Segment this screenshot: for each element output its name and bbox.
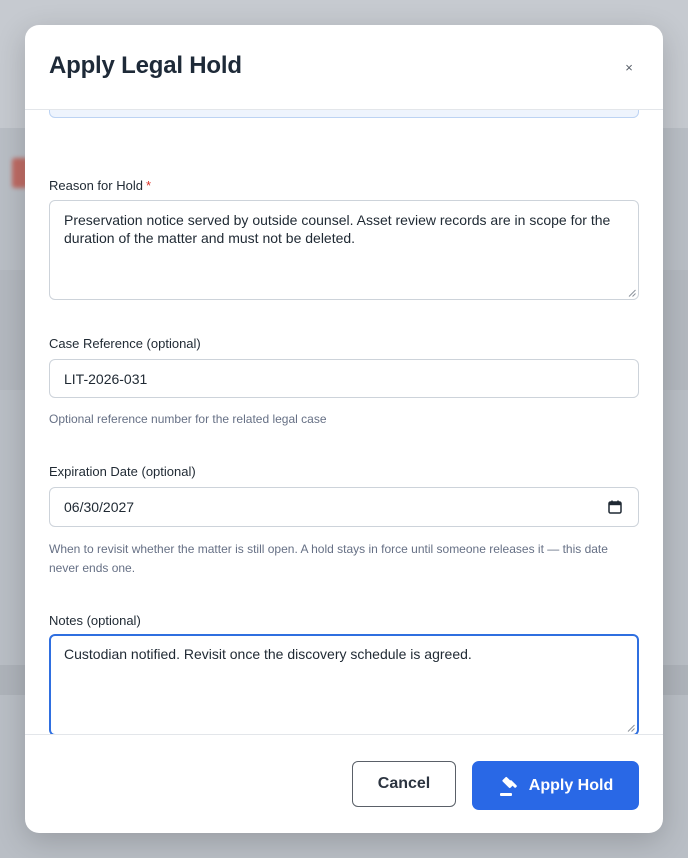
dialog-header: Apply Legal Hold ×	[25, 25, 663, 110]
required-marker: *	[145, 178, 152, 193]
case-reference-hint: Optional reference number for the relate…	[49, 412, 327, 426]
notes-text: Custodian notified. Revisit once the dis…	[64, 646, 472, 662]
reason-textarea[interactable]: Preservation notice served by outside co…	[49, 200, 639, 300]
apply-hold-label: Apply Hold	[528, 776, 614, 794]
reason-text: Preservation notice served by outside co…	[64, 212, 611, 246]
expiration-date-label: Expiration Date (optional)	[49, 464, 196, 479]
expiration-date-hint: When to revisit whether the matter is st…	[49, 542, 608, 575]
close-icon: ×	[625, 59, 633, 75]
dialog-body[interactable]: Reason for Hold * Preservation notice ser…	[25, 110, 663, 734]
cancel-button[interactable]: Cancel	[352, 761, 456, 807]
resize-handle-icon[interactable]	[627, 724, 635, 732]
legal-hold-dialog: Apply Legal Hold × Reason for Hold * Pres…	[25, 25, 663, 833]
dialog-title: Apply Legal Hold	[49, 52, 242, 79]
resize-handle-icon[interactable]	[628, 289, 636, 297]
reason-label: Reason for Hold *	[49, 178, 151, 193]
apply-hold-button[interactable]: Apply Hold	[472, 761, 639, 810]
notes-label: Notes (optional)	[49, 613, 141, 628]
previous-field-input[interactable]	[49, 110, 639, 118]
case-reference-input[interactable]: LIT-2026-031	[49, 359, 639, 398]
case-reference-value: LIT-2026-031	[64, 370, 148, 387]
reason-label-text: Reason for Hold	[49, 178, 143, 193]
notes-textarea[interactable]: Custodian notified. Revisit once the dis…	[49, 634, 639, 734]
calendar-icon[interactable]	[608, 500, 622, 514]
close-button[interactable]: ×	[619, 57, 639, 77]
case-reference-label: Case Reference (optional)	[49, 336, 201, 351]
expiration-date-value: 06/30/2027	[64, 499, 135, 515]
expiration-date-input[interactable]: 06/30/2027	[49, 487, 639, 527]
gavel-icon	[499, 776, 517, 796]
dialog-footer: Cancel Apply Hold	[25, 734, 663, 833]
